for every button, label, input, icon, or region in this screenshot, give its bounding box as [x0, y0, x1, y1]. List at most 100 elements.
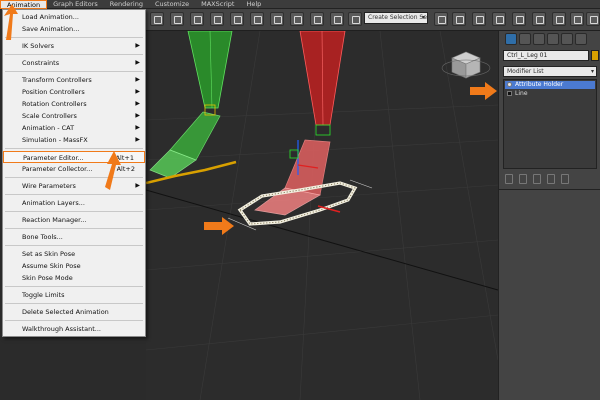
rotate-icon[interactable]: [230, 12, 244, 26]
menu-separator: [5, 245, 143, 246]
animation-menu: Load Animation... Save Animation... IK S…: [2, 9, 146, 337]
make-unique-icon[interactable]: [533, 174, 541, 184]
menu-item-position-controllers[interactable]: Position Controllers ▶: [3, 86, 145, 98]
submenu-arrow-icon: ▶: [135, 100, 140, 107]
submenu-arrow-icon: ▶: [135, 182, 140, 189]
selection-set-dropdown[interactable]: Create Selection Se: [364, 12, 428, 24]
menu-bar: Animation Graph Editors Rendering Custom…: [0, 0, 600, 9]
utilities-tab-icon[interactable]: [575, 33, 587, 45]
object-name-field[interactable]: Ctrl_L_Leg 01: [503, 50, 589, 61]
menu-item-parameter-collector[interactable]: Parameter Collector... Alt+2: [3, 163, 145, 175]
submenu-arrow-icon: ▶: [135, 59, 140, 66]
menu-separator: [5, 286, 143, 287]
show-end-result-icon[interactable]: [519, 174, 527, 184]
menu-item-load-animation[interactable]: Load Animation...: [3, 11, 145, 23]
submenu-arrow-icon: ▶: [135, 42, 140, 49]
menu-separator: [5, 37, 143, 38]
main-toolbar: Create Selection Se: [146, 9, 600, 31]
menu-separator: [5, 148, 143, 149]
menu-separator: [5, 177, 143, 178]
object-color-swatch[interactable]: [591, 50, 599, 61]
menu-item-transform-controllers[interactable]: Transform Controllers ▶: [3, 74, 145, 86]
menu-rendering[interactable]: Rendering: [104, 0, 149, 9]
material-editor-icon[interactable]: [532, 12, 546, 26]
angle-snap-icon[interactable]: [330, 12, 344, 26]
layer-manager-icon[interactable]: [472, 12, 486, 26]
expand-toggle-icon[interactable]: [507, 91, 512, 96]
render-setup-icon[interactable]: [552, 12, 566, 26]
menu-item-bone-tools[interactable]: Bone Tools...: [3, 231, 145, 243]
menu-separator: [5, 211, 143, 212]
menu-separator: [5, 194, 143, 195]
submenu-arrow-icon: ▶: [135, 76, 140, 83]
select-by-name-icon[interactable]: [170, 12, 184, 26]
command-panel: Ctrl_L_Leg 01 Modifier List Attribute Ho…: [498, 31, 600, 400]
create-tab-icon[interactable]: [505, 33, 517, 45]
submenu-arrow-icon: ▶: [135, 124, 140, 131]
menu-item-animation-cat[interactable]: Animation - CAT ▶: [3, 122, 145, 134]
menu-item-scale-controllers[interactable]: Scale Controllers ▶: [3, 110, 145, 122]
menu-item-simulation-massfx[interactable]: Simulation - MassFX ▶: [3, 134, 145, 146]
render-frame-icon[interactable]: [570, 12, 584, 26]
panel-divider: [499, 189, 600, 190]
menu-item-animation-layers[interactable]: Animation Layers...: [3, 197, 145, 209]
menu-item-set-as-skin-pose[interactable]: Set as Skin Pose: [3, 248, 145, 260]
menu-item-skin-pose-mode[interactable]: Skin Pose Mode: [3, 272, 145, 284]
menu-separator: [5, 54, 143, 55]
modifier-list-dropdown[interactable]: Modifier List: [503, 66, 597, 77]
named-selection-icon[interactable]: [348, 12, 362, 26]
menu-item-delete-selected-animation[interactable]: Delete Selected Animation: [3, 306, 145, 318]
menu-separator: [5, 228, 143, 229]
menu-help[interactable]: Help: [240, 0, 267, 9]
motion-tab-icon[interactable]: [547, 33, 559, 45]
menu-item-ik-solvers[interactable]: IK Solvers ▶: [3, 40, 145, 52]
pivot-icon[interactable]: [290, 12, 304, 26]
menu-item-wire-parameters[interactable]: Wire Parameters ▶: [3, 180, 145, 192]
display-tab-icon[interactable]: [561, 33, 573, 45]
curve-editor-icon[interactable]: [492, 12, 506, 26]
scale-icon[interactable]: [250, 12, 264, 26]
menu-separator: [5, 320, 143, 321]
menu-item-parameter-editor[interactable]: Parameter Editor... Alt+1: [3, 151, 145, 163]
menu-separator: [5, 71, 143, 72]
hierarchy-tab-icon[interactable]: [533, 33, 545, 45]
menu-item-reaction-manager[interactable]: Reaction Manager...: [3, 214, 145, 226]
stack-item-attribute-holder[interactable]: Attribute Holder: [505, 81, 595, 89]
configure-sets-icon[interactable]: [561, 174, 569, 184]
menu-customize[interactable]: Customize: [149, 0, 195, 9]
stack-item-label: Attribute Holder: [515, 81, 564, 88]
menu-item-walkthrough-assistant[interactable]: Walkthrough Assistant...: [3, 323, 145, 335]
menu-animation[interactable]: Animation: [0, 0, 48, 9]
pin-stack-icon[interactable]: [505, 174, 513, 184]
menu-separator: [5, 303, 143, 304]
perspective-viewport[interactable]: [146, 31, 498, 400]
submenu-arrow-icon: ▶: [135, 112, 140, 119]
red-leg-bones[interactable]: [254, 31, 346, 216]
selection-region-icon[interactable]: [190, 12, 204, 26]
menu-maxscript[interactable]: MAXScript: [195, 0, 240, 9]
menu-graph-editors[interactable]: Graph Editors: [47, 0, 104, 9]
menu-item-rotation-controllers[interactable]: Rotation Controllers ▶: [3, 98, 145, 110]
align-icon[interactable]: [452, 12, 466, 26]
modify-tab-icon[interactable]: [519, 33, 531, 45]
stack-item-line[interactable]: Line: [505, 90, 595, 98]
modifier-stack: Attribute Holder Line: [503, 79, 597, 169]
menu-item-constraints[interactable]: Constraints ▶: [3, 57, 145, 69]
remove-modifier-icon[interactable]: [547, 174, 555, 184]
viewport-scene: [146, 31, 498, 400]
reference-coordinate-icon[interactable]: [270, 12, 284, 26]
select-object-icon[interactable]: [150, 12, 164, 26]
submenu-arrow-icon: ▶: [135, 88, 140, 95]
light-bulb-icon[interactable]: [507, 82, 512, 87]
schematic-view-icon[interactable]: [512, 12, 526, 26]
menu-item-assume-skin-pose[interactable]: Assume Skin Pose: [3, 260, 145, 272]
render-icon[interactable]: [586, 12, 600, 26]
view-cube[interactable]: [441, 51, 491, 79]
menu-item-toggle-limits[interactable]: Toggle Limits: [3, 289, 145, 301]
stack-item-label: Line: [515, 90, 528, 97]
snap-icon[interactable]: [310, 12, 324, 26]
submenu-arrow-icon: ▶: [135, 136, 140, 143]
mirror-icon[interactable]: [434, 12, 448, 26]
menu-item-save-animation[interactable]: Save Animation...: [3, 23, 145, 35]
move-icon[interactable]: [210, 12, 224, 26]
